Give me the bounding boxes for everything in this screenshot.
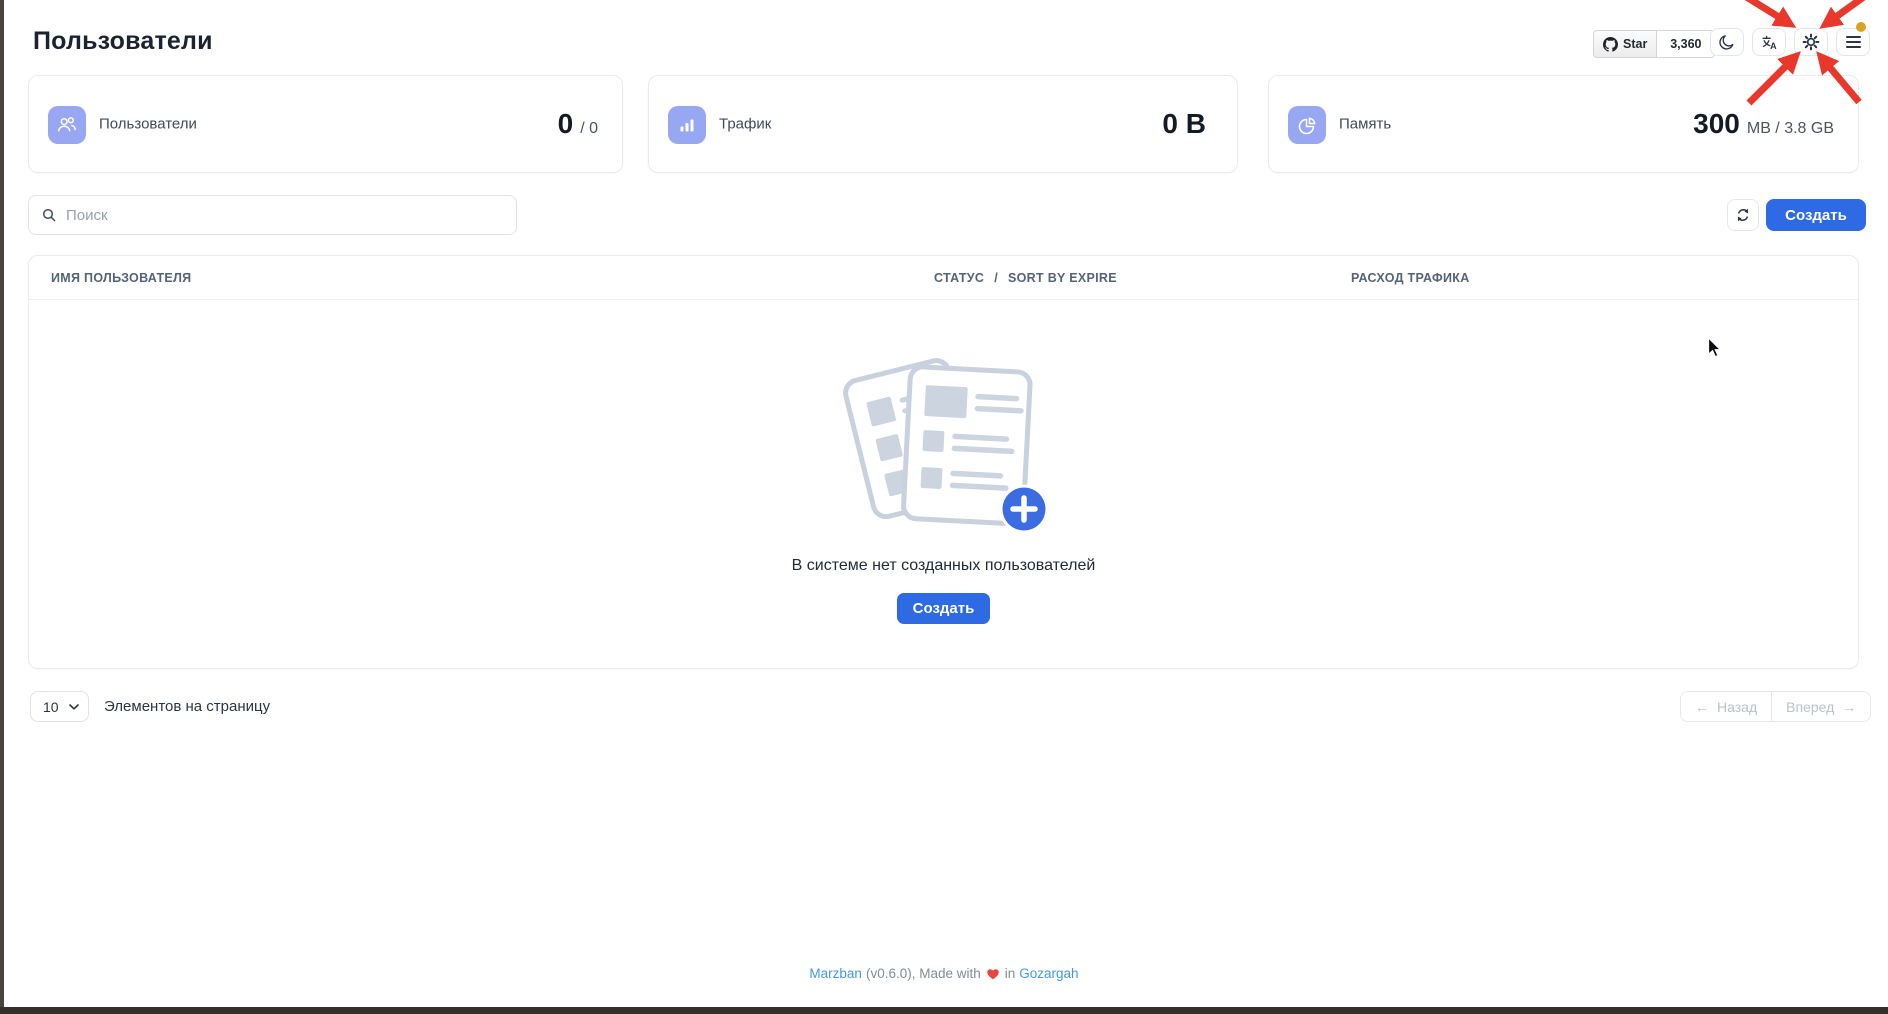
stat-label: Трафик <box>719 116 771 133</box>
settings-button[interactable] <box>1794 28 1828 56</box>
stat-card-traffic: Трафик 0 B <box>648 75 1238 173</box>
github-star-label: Star <box>1623 37 1647 51</box>
page-size-value: 10 <box>43 699 59 715</box>
prev-page-button[interactable]: ← Назад <box>1681 692 1771 721</box>
users-icon <box>48 106 86 144</box>
stat-card-users: Пользователи 0 / 0 <box>28 75 623 173</box>
footer: Marzban (v0.6.0), Made with in Gozargah <box>0 966 1888 981</box>
dark-mode-button[interactable] <box>1710 28 1744 56</box>
plus-circle-icon <box>1000 485 1049 534</box>
right-arrow-glyph: → <box>1842 699 1856 715</box>
column-header-traffic-usage[interactable]: РАСХОД ТРАФИКА <box>1351 271 1470 285</box>
stat-value: 0 <box>558 108 574 140</box>
moon-icon <box>1718 33 1736 51</box>
page-size-select[interactable]: 10 <box>30 691 89 722</box>
footer-in-text: in <box>1005 966 1016 981</box>
footer-org-link[interactable]: Gozargah <box>1019 966 1078 981</box>
column-header-status[interactable]: СТАТУС <box>934 271 984 285</box>
footer-version-text: (v0.6.0), Made with <box>866 966 981 981</box>
traffic-bars-icon <box>668 106 706 144</box>
menu-notification-dot <box>1856 22 1866 32</box>
heart-icon <box>986 967 1000 981</box>
users-table: ИМЯ ПОЛЬЗОВАТЕЛЯ СТАТУС / SORT BY EXPIRE Р… <box>28 255 1859 669</box>
create-button[interactable]: Создать <box>1766 199 1866 231</box>
stat-value: 0 B <box>1162 108 1206 140</box>
prev-label: Назад <box>1717 699 1757 715</box>
stat-suffix: MB / 3.8 GB <box>1747 120 1834 138</box>
desktop-edge-bottom <box>0 1007 1888 1014</box>
mouse-cursor <box>1707 337 1723 359</box>
page-size-label: Элементов на страницу <box>104 698 270 715</box>
empty-state-message: В системе нет созданных пользователей <box>29 557 1858 575</box>
footer-brand-link[interactable]: Marzban <box>809 966 862 981</box>
column-header-username[interactable]: ИМЯ ПОЛЬЗОВАТЕЛЯ <box>51 271 191 285</box>
annotation-arrow-top-left <box>1732 0 1782 19</box>
search-icon <box>41 207 57 223</box>
annotation-arrow-top-right <box>1833 0 1879 19</box>
language-button[interactable]: A <box>1752 28 1786 56</box>
memory-pie-icon <box>1288 106 1326 144</box>
next-label: Вперед <box>1786 699 1834 715</box>
github-star-widget: Star 3,360 <box>1593 30 1715 58</box>
gear-icon <box>1802 33 1820 51</box>
search-input[interactable] <box>66 207 516 224</box>
search-box <box>28 195 517 235</box>
github-octocat-icon <box>1603 37 1618 52</box>
empty-state-illustration <box>839 343 1049 553</box>
column-header-sort-by-expire[interactable]: SORT BY EXPIRE <box>1008 271 1117 285</box>
next-page-button[interactable]: Вперед → <box>1771 692 1870 721</box>
chevron-down-icon <box>69 704 79 710</box>
stat-card-memory: Память 300 MB / 3.8 GB <box>1268 75 1859 173</box>
svg-text:A: A <box>1770 40 1777 50</box>
pagination-controls: ← Назад Вперед → <box>1680 691 1871 722</box>
desktop-edge-left <box>0 0 4 1014</box>
page-title: Пользователи <box>33 27 213 56</box>
hamburger-icon <box>1846 36 1861 48</box>
refresh-button[interactable] <box>1727 199 1759 231</box>
stat-suffix: / 0 <box>580 120 598 138</box>
translate-icon: A <box>1761 34 1778 51</box>
table-header-row: ИМЯ ПОЛЬЗОВАТЕЛЯ СТАТУС / SORT BY EXPIRE Р… <box>29 256 1858 300</box>
column-header-separator: / <box>994 271 998 285</box>
refresh-icon <box>1735 207 1751 223</box>
menu-button[interactable] <box>1836 28 1870 56</box>
column-header-status-expire[interactable]: СТАТУС / SORT BY EXPIRE <box>934 271 1117 285</box>
stat-value: 300 <box>1693 108 1740 140</box>
left-arrow-glyph: ← <box>1695 699 1709 715</box>
stat-label: Память <box>1339 116 1391 133</box>
github-star-button[interactable]: Star <box>1593 30 1657 58</box>
github-star-count[interactable]: 3,360 <box>1657 30 1715 58</box>
stat-label: Пользователи <box>99 116 197 133</box>
empty-state-create-button[interactable]: Создать <box>897 593 991 624</box>
